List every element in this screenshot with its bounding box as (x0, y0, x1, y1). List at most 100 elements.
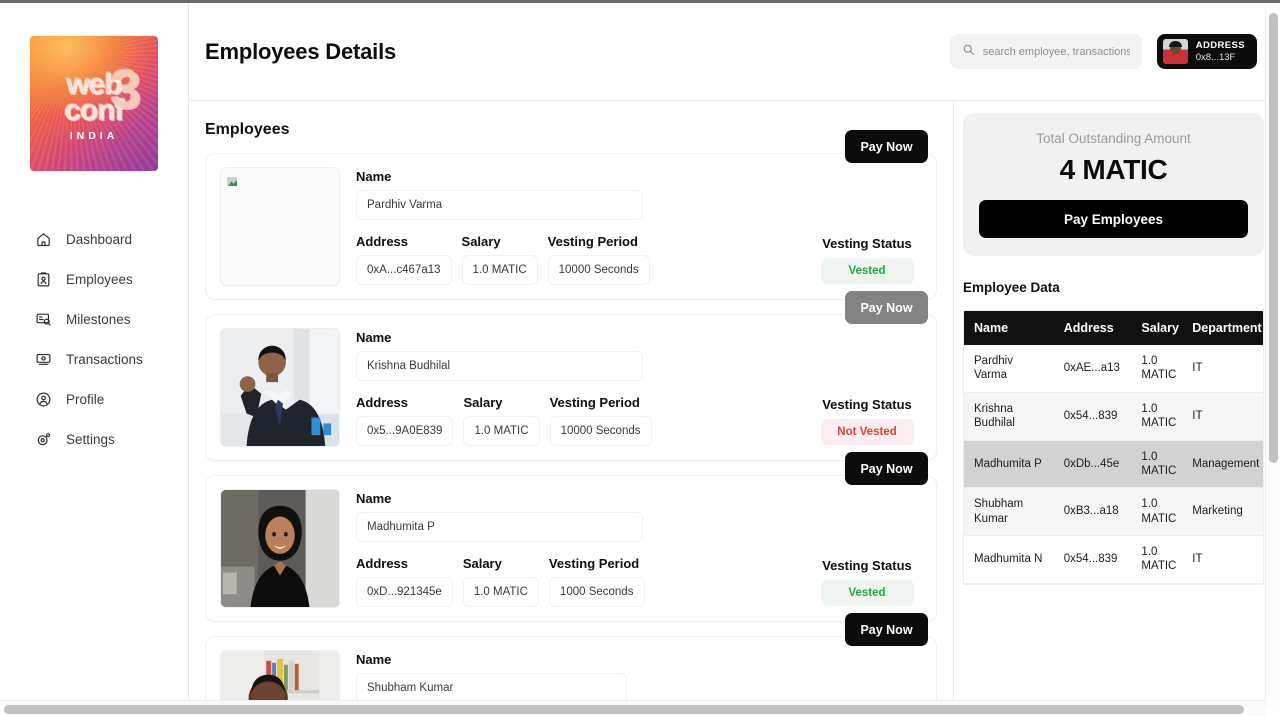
cell-salary: 1.0 MATIC (1131, 535, 1183, 584)
vertical-scrollbar[interactable] (1265, 6, 1280, 706)
column-header-address[interactable]: Address (1053, 311, 1132, 345)
column-header-name[interactable]: Name (964, 311, 1054, 345)
field-vesting-period: Vesting Period 1000 Seconds (548, 556, 645, 607)
cell-department: IT (1182, 345, 1263, 393)
status-badge: Not Vested (820, 419, 914, 445)
field-address: Address 0xA...c467a13 (356, 234, 452, 285)
horizontal-scrollbar-thumb[interactable] (4, 704, 1244, 714)
avatar (1162, 39, 1188, 64)
pay-now-button[interactable]: Pay Now (845, 452, 928, 485)
cell-salary: 1.0 MATIC (1131, 345, 1183, 393)
employee-card: Pay Now (205, 291, 937, 461)
gear-icon (35, 431, 52, 448)
sidebar-item-dashboard[interactable]: Dashboard (0, 219, 188, 259)
employee-name-value[interactable]: Pardhiv Varma (356, 190, 643, 220)
table-row[interactable]: Krishna Budhilal 0x54...839 1.0 MATIC IT (964, 392, 1263, 441)
employee-status-region: Vesting Status Not Vested (812, 328, 922, 447)
cell-department: IT (1182, 535, 1263, 584)
cell-name: Krishna Budhilal (964, 392, 1054, 441)
employee-address-value[interactable]: 0xA...c467a13 (356, 255, 452, 285)
employee-fields: Name Krishna Budhilal Address 0x5...9A0E… (356, 328, 796, 447)
banknote-icon (35, 351, 52, 368)
top-bar: Employees Details ADDRESS 0x8...13F (189, 3, 1280, 101)
employee-vesting-period-value[interactable]: 10000 Seconds (547, 255, 650, 285)
field-label-address: Address (356, 556, 409, 571)
sidebar-item-transactions[interactable]: Transactions (0, 339, 188, 379)
sidebar-item-label: Transactions (66, 351, 143, 367)
section-title-employees: Employees (205, 121, 290, 138)
wallet-address-value: 0x8...13F (1195, 51, 1236, 63)
pay-now-button[interactable]: Pay Now (845, 613, 928, 646)
field-label-name: Name (356, 330, 392, 345)
field-label-vesting-status: Vesting Status (822, 236, 912, 251)
employee-vesting-period-value[interactable]: 1000 Seconds (548, 577, 645, 607)
employee-name-value[interactable]: Madhumita P (356, 512, 643, 542)
vertical-scrollbar-thumb[interactable] (1269, 13, 1278, 463)
employee-fields: Name Pardhiv Varma Address 0xA...c467a13… (356, 167, 796, 286)
cell-name: Pardhiv Varma (964, 345, 1054, 393)
employee-salary-value[interactable]: 1.0 MATIC (462, 577, 539, 607)
field-label-name: Name (356, 491, 392, 506)
employee-meta-row: Address 0x5...9A0E839 Salary 1.0 MATIC V… (356, 395, 796, 446)
sidebar-nav: Dashboard Employees Milestones Transacti… (0, 219, 188, 459)
employee-salary-value[interactable]: 1.0 MATIC (461, 255, 538, 285)
pay-now-button[interactable]: Pay Now (845, 291, 928, 324)
pay-now-button[interactable]: Pay Now (845, 130, 928, 163)
cell-name: Madhumita N (964, 535, 1054, 584)
employee-data-table: Name Address Salary Department Pardhiv V… (964, 311, 1263, 584)
wallet-address-pill[interactable]: ADDRESS 0x8...13F (1156, 34, 1257, 69)
field-salary: Salary 1.0 MATIC (462, 556, 539, 607)
broken-image-icon (225, 173, 239, 187)
employee-data-table-wrapper: Name Address Salary Department Pardhiv V… (963, 310, 1264, 585)
employee-name-value[interactable]: Shubham Kumar (356, 673, 627, 703)
employee-vesting-period-value[interactable]: 10000 Seconds (549, 416, 652, 446)
clipboard-user-icon (35, 271, 52, 288)
cell-address: 0x54...839 (1053, 392, 1132, 441)
table-row[interactable]: Madhumita P 0xDb...45e 1.0 MATIC Managem… (964, 440, 1263, 489)
employee-salary-value[interactable]: 1.0 MATIC (463, 416, 540, 446)
sidebar-item-milestones[interactable]: Milestones (0, 299, 188, 339)
sidebar-item-label: Settings (66, 431, 115, 447)
cell-address: 0xDb...45e (1053, 440, 1132, 489)
employee-photo (220, 328, 340, 447)
sidebar-item-profile[interactable]: Profile (0, 379, 188, 419)
main-column: Employees Details ADDRESS 0x8...13F (189, 3, 1280, 716)
field-salary: Salary 1.0 MATIC (463, 395, 540, 446)
sidebar-item-employees[interactable]: Employees (0, 259, 188, 299)
employee-photo (220, 167, 340, 286)
field-label-vesting-period: Vesting Period (547, 234, 638, 249)
user-circle-icon (35, 391, 52, 408)
outstanding-amount: 4 MATIC (1059, 154, 1168, 185)
home-icon (35, 231, 52, 248)
sidebar-item-label: Profile (66, 391, 105, 407)
photo-man-suit-office (221, 329, 339, 446)
column-header-salary[interactable]: Salary (1131, 311, 1183, 345)
app-logo: web conf 3 INDIA (30, 36, 158, 171)
cell-address: 0xB3...a18 (1053, 487, 1132, 536)
horizontal-scrollbar[interactable] (0, 700, 1265, 716)
sidebar-item-settings[interactable]: Settings (0, 419, 188, 459)
employee-meta-row: Address 0xA...c467a13 Salary 1.0 MATIC V… (356, 234, 796, 285)
search-box[interactable] (949, 34, 1142, 69)
employee-name-value[interactable]: Krishna Budhilal (356, 351, 643, 381)
field-label-name: Name (356, 652, 392, 667)
cell-name: Shubham Kumar (964, 487, 1054, 536)
search-input[interactable] (982, 45, 1130, 58)
employee-address-value[interactable]: 0xD...921345e (356, 577, 453, 607)
app-root: web conf 3 INDIA Dashboard Employees Mil… (0, 0, 1280, 716)
field-label-vesting-period: Vesting Period (548, 556, 640, 571)
field-label-vesting-status: Vesting Status (822, 397, 912, 412)
logo-numeral-3: 3 (110, 58, 141, 120)
field-address: Address 0x5...9A0E839 (356, 395, 454, 446)
table-row[interactable]: Shubham Kumar 0xB3...a18 1.0 MATIC Marke… (964, 487, 1263, 536)
column-header-department[interactable]: Department (1182, 311, 1263, 345)
employee-address-value[interactable]: 0x5...9A0E839 (356, 416, 454, 446)
body-row: Employees Pay Now Name Pardhiv Varma Add… (189, 101, 1280, 716)
field-label-salary: Salary (462, 556, 502, 571)
table-row[interactable]: Pardhiv Varma 0xAE...a13 1.0 MATIC IT (964, 345, 1263, 393)
cell-address: 0xAE...a13 (1053, 345, 1132, 393)
table-row[interactable]: Madhumita N 0x54...839 1.0 MATIC IT (964, 535, 1263, 584)
wallet-address-label: ADDRESS (1195, 40, 1245, 52)
pay-employees-button[interactable]: Pay Employees (979, 200, 1248, 238)
cell-salary: 1.0 MATIC (1131, 440, 1183, 489)
